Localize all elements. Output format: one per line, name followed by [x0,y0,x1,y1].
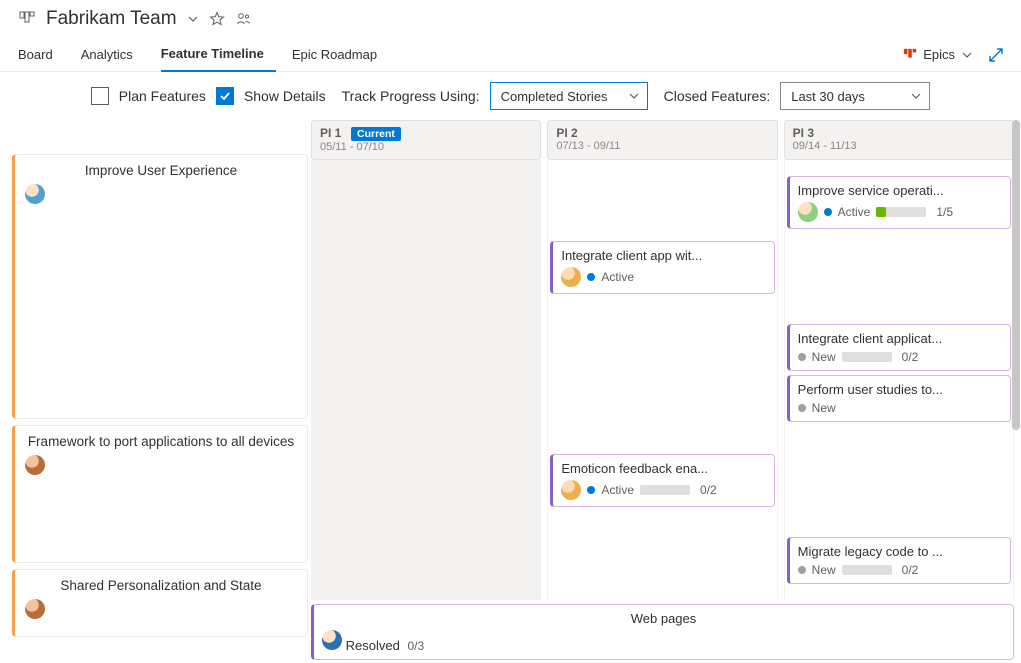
track-progress-value: Completed Stories [501,89,608,104]
tab-analytics[interactable]: Analytics [81,38,145,72]
feature-state: Active [601,483,634,497]
view-type-selector[interactable]: Epics [897,43,979,66]
state-dot-icon [798,566,806,574]
feature-title: Emoticon feedback ena... [561,461,765,476]
team-members-icon[interactable] [235,11,251,27]
iteration-header[interactable]: PI 1 Current 05/11 - 07/10 [311,120,541,160]
avatar [322,630,342,650]
show-details-label: Show Details [244,88,326,104]
state-dot-icon [798,404,806,412]
board-glyph-icon [18,10,36,28]
closed-features-value: Last 30 days [791,89,865,104]
plan-features-checkbox[interactable] [91,87,109,105]
iteration-headers: PI 1 Current 05/11 - 07/10 PI 2 07/13 - … [308,120,1017,160]
current-badge: Current [351,127,401,141]
avatar [25,455,45,475]
avatar [25,184,45,204]
iteration-dates: 07/13 - 09/11 [556,140,768,152]
feature-state: Resolved [346,638,400,653]
progress-bar [640,485,690,495]
progress-count: 0/2 [902,350,919,364]
feature-card[interactable]: Integrate client applicat... New 0/2 [787,324,1011,371]
epic-column: Improve User Experience Framework to por… [0,120,308,663]
feature-card[interactable]: Web pages Resolved 0/3 [311,604,1014,660]
tab-feature-timeline[interactable]: Feature Timeline [161,38,276,72]
tab-epic-roadmap[interactable]: Epic Roadmap [292,38,389,72]
page-header: Fabrikam Team [0,0,1021,38]
show-details-checkbox[interactable] [216,87,234,105]
avatar [798,202,818,222]
progress-bar [842,565,892,575]
state-dot-icon [587,486,595,494]
epic-title: Shared Personalization and State [25,578,297,593]
state-dot-icon [798,353,806,361]
iteration-dates: 05/11 - 07/10 [320,141,532,153]
team-name[interactable]: Fabrikam Team [46,8,177,30]
iteration-name: PI 3 [793,126,814,140]
feature-card[interactable]: Improve service operati... Active 1/5 [787,176,1011,229]
iteration-name: PI 2 [556,126,577,140]
state-dot-icon [824,208,832,216]
feature-state: New [812,563,836,577]
progress-count: 0/3 [407,639,424,653]
chevron-down-icon[interactable] [187,13,199,25]
feature-title: Perform user studies to... [798,382,1002,397]
epic-card[interactable]: Shared Personalization and State [12,569,308,637]
view-tabs: Board Analytics Feature Timeline Epic Ro… [0,38,1021,72]
epic-title: Improve User Experience [25,163,297,178]
track-progress-select[interactable]: Completed Stories [490,82,648,110]
progress-bar [876,207,926,217]
feature-title: Web pages [322,611,1005,626]
feature-state: Active [601,270,634,284]
fullscreen-icon[interactable] [989,48,1003,62]
iteration-header[interactable]: PI 3 09/14 - 11/13 [784,120,1014,160]
feature-title: Improve service operati... [798,183,1002,198]
feature-card[interactable]: Integrate client app wit... Active [550,241,774,294]
iteration-header[interactable]: PI 2 07/13 - 09/11 [547,120,777,160]
progress-count: 1/5 [936,205,953,219]
feature-card[interactable]: Perform user studies to... New [787,375,1011,422]
chevron-down-icon [911,91,921,101]
progress-count: 0/2 [700,483,717,497]
view-type-label: Epics [923,47,955,62]
state-dot-icon [587,273,595,281]
epic-title: Framework to port applications to all de… [25,434,297,449]
iteration-dates: 09/14 - 11/13 [793,140,1005,152]
feature-state: New [812,401,836,415]
iteration-name: PI 1 [320,126,341,140]
closed-features-label: Closed Features: [664,88,771,104]
vertical-scrollbar[interactable] [1011,120,1021,663]
chevron-down-icon [961,49,973,61]
chevron-down-icon [629,91,639,101]
progress-count: 0/2 [902,563,919,577]
plan-features-label: Plan Features [119,88,206,104]
track-progress-label: Track Progress Using: [342,88,480,104]
feature-card[interactable]: Migrate legacy code to ... New 0/2 [787,537,1011,584]
feature-title: Integrate client app wit... [561,248,765,263]
epic-card[interactable]: Framework to port applications to all de… [12,425,308,563]
feature-title: Integrate client applicat... [798,331,1002,346]
tab-board[interactable]: Board [18,38,65,72]
feature-state: New [812,350,836,364]
favorite-star-icon[interactable] [209,11,225,27]
timeline-controls: Plan Features Show Details Track Progres… [0,72,1021,120]
avatar [561,480,581,500]
epic-card[interactable]: Improve User Experience [12,154,308,419]
avatar [25,599,45,619]
avatar [561,267,581,287]
feature-state: Active [838,205,871,219]
epics-glyph-icon [903,48,917,62]
progress-bar [842,352,892,362]
feature-title: Migrate legacy code to ... [798,544,1002,559]
feature-card[interactable]: Emoticon feedback ena... Active 0/2 [550,454,774,507]
closed-features-select[interactable]: Last 30 days [780,82,930,110]
scrollbar-thumb[interactable] [1012,120,1020,430]
